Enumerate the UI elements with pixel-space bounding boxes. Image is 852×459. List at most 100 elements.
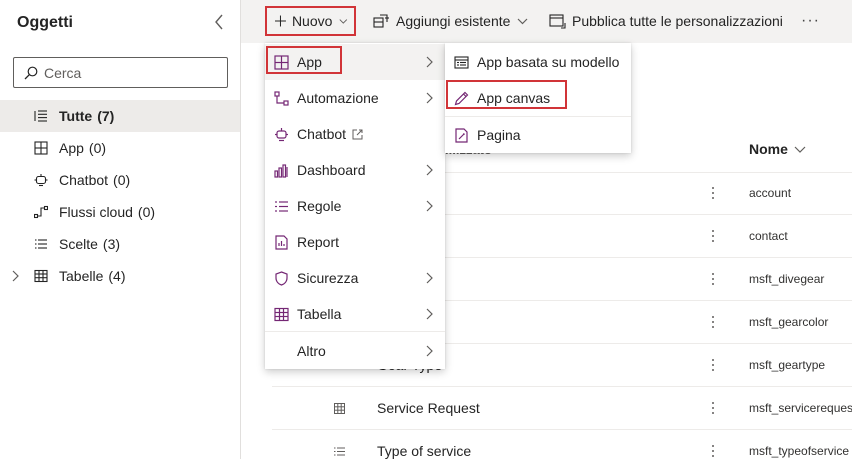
new-button[interactable]: Nuovo <box>265 6 356 36</box>
row-name: msft_typeofservice <box>749 444 850 458</box>
menu-item-label: Automazione <box>297 90 379 106</box>
add-existing-icon <box>373 13 389 28</box>
publish-all-label: Pubblica tutte le personalizzazioni <box>572 13 783 29</box>
row-more-button[interactable] <box>706 182 720 204</box>
nav-item-tables[interactable]: Tabelle (4) <box>0 260 240 292</box>
nav-item-chatbot[interactable]: Chatbot (0) <box>0 164 240 196</box>
submenu-item-model-driven-app[interactable]: App basata su modello <box>445 44 631 80</box>
chevron-right-icon <box>426 92 433 104</box>
row-name: msft_gearcolor <box>749 315 829 329</box>
app-icon <box>33 140 49 156</box>
pen-icon <box>453 90 469 106</box>
column-header-name-label: Nome <box>749 141 788 157</box>
page-icon <box>453 127 469 143</box>
table-icon <box>33 268 49 284</box>
menu-item-label: Altro <box>297 343 326 359</box>
submenu-item-label: App canvas <box>477 90 551 106</box>
nav-item-choices[interactable]: Scelte (3) <box>0 228 240 260</box>
row-display-name: Service Request <box>377 400 480 416</box>
nav-count: (4) <box>108 268 126 284</box>
nav-label: Tabelle <box>59 268 104 284</box>
menu-item-rules[interactable]: Regole <box>265 188 445 224</box>
nav-label: Flussi cloud <box>59 204 133 220</box>
nav-label: Chatbot <box>59 172 109 188</box>
menu-item-label: Regole <box>297 198 342 214</box>
table-row[interactable]: Service Request msft_servicerequest <box>272 387 852 430</box>
external-link-icon <box>352 129 363 139</box>
row-name: msft_divegear <box>749 272 825 286</box>
app-submenu: App basata su modello App canvas Pagina <box>445 43 631 153</box>
menu-item-table[interactable]: Tabella <box>265 296 445 332</box>
shield-icon <box>273 270 289 286</box>
model-driven-app-icon <box>453 54 469 70</box>
search-box[interactable] <box>13 57 228 88</box>
submenu-item-label: App basata su modello <box>477 54 620 70</box>
nav-count: (0) <box>137 204 156 220</box>
chevron-left-icon <box>215 14 223 30</box>
command-bar: Nuovo Aggiungi esistente Pubblica tutte … <box>241 0 852 43</box>
menu-item-label: Tabella <box>297 306 342 322</box>
publish-icon <box>549 13 566 29</box>
menu-item-automation[interactable]: Automazione <box>265 80 445 116</box>
row-more-button[interactable] <box>706 268 720 290</box>
add-existing-label: Aggiungi esistente <box>396 13 511 29</box>
row-display-name: Type of service <box>377 443 472 459</box>
menu-item-other[interactable]: Altro <box>265 333 445 369</box>
objects-nav: Tutte (7) App (0) Chatbot (0) Flussi clo… <box>0 100 240 292</box>
flow-icon <box>33 204 49 220</box>
panel-title: Oggetti <box>17 14 73 31</box>
plus-icon <box>275 15 286 27</box>
collapse-panel-button[interactable] <box>209 12 229 32</box>
nav-item-all[interactable]: Tutte (7) <box>0 100 240 132</box>
chevron-right-icon <box>426 164 433 176</box>
menu-item-label: Report <box>297 234 340 250</box>
search-input[interactable] <box>44 64 214 81</box>
row-name: contact <box>749 229 788 243</box>
submenu-item-canvas-app[interactable]: App canvas <box>445 80 631 116</box>
nav-item-app[interactable]: App (0) <box>0 132 240 164</box>
menu-item-report[interactable]: Report <box>265 224 445 260</box>
table-row[interactable]: Type of service msft_typeofservice <box>272 430 852 459</box>
column-header-name[interactable]: Nome <box>749 141 806 157</box>
more-commands-button[interactable]: ··· <box>801 6 820 36</box>
add-existing-button[interactable]: Aggiungi esistente <box>373 6 528 36</box>
submenu-item-page[interactable]: Pagina <box>445 117 631 153</box>
menu-item-chatbot[interactable]: Chatbot <box>265 116 445 152</box>
new-menu: App Automazione Chatbot Dashboard Regole <box>265 43 445 369</box>
table-icon <box>332 401 346 415</box>
nav-count: (0) <box>113 172 131 188</box>
nav-label: Tutte <box>59 108 93 124</box>
chatbot-icon <box>33 172 49 188</box>
chatbot-icon <box>273 126 289 142</box>
app-icon <box>273 54 289 70</box>
objects-panel: Oggetti Tutte (7) App (0) Chatbot (0) <box>0 0 241 459</box>
menu-item-app[interactable]: App <box>265 44 445 80</box>
choices-icon <box>33 236 49 252</box>
chevron-down-icon <box>794 146 806 153</box>
menu-item-label: Sicurezza <box>297 270 359 286</box>
menu-item-dashboard[interactable]: Dashboard <box>265 152 445 188</box>
row-name: msft_servicerequest <box>749 401 852 415</box>
flow-icon <box>273 90 289 106</box>
row-more-button[interactable] <box>706 311 720 333</box>
row-more-button[interactable] <box>706 354 720 376</box>
chevron-right-icon[interactable] <box>9 269 21 283</box>
menu-divider <box>265 331 445 332</box>
chevron-right-icon <box>426 345 433 357</box>
choices-icon <box>332 444 346 458</box>
nav-label: App <box>59 140 84 156</box>
dashboard-icon <box>273 162 289 178</box>
submenu-item-label: Pagina <box>477 127 521 143</box>
row-more-button[interactable] <box>706 225 720 247</box>
row-more-button[interactable] <box>706 397 720 419</box>
nav-count: (7) <box>97 108 115 124</box>
row-more-button[interactable] <box>706 440 720 459</box>
row-name: msft_geartype <box>749 358 826 372</box>
nav-item-cloud-flows[interactable]: Flussi cloud (0) <box>0 196 240 228</box>
chevron-down-icon <box>517 18 528 24</box>
list-icon <box>33 108 49 124</box>
chevron-down-icon <box>339 18 348 24</box>
publish-all-button[interactable]: Pubblica tutte le personalizzazioni <box>549 6 783 36</box>
chevron-right-icon <box>426 200 433 212</box>
menu-item-security[interactable]: Sicurezza <box>265 260 445 296</box>
